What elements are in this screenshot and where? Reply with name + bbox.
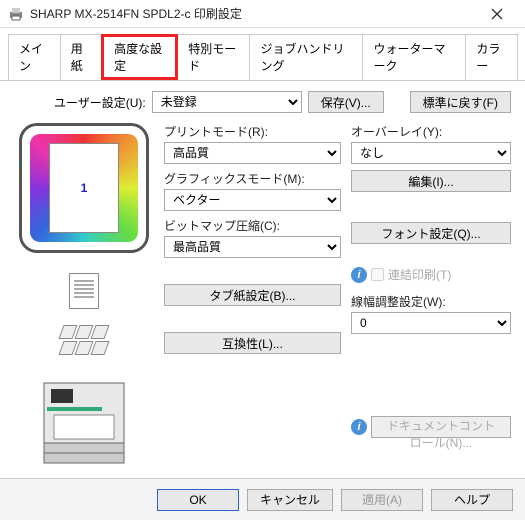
ok-button[interactable]: OK <box>157 489 239 511</box>
user-settings-select[interactable]: 未登録 <box>152 91 302 113</box>
info-icon-2[interactable]: i <box>351 419 367 435</box>
titlebar: SHARP MX-2514FN SPDL2-c 印刷設定 <box>0 0 525 28</box>
mini-doc-icon <box>69 273 99 309</box>
bitmap-compress-select[interactable]: 最高品質 <box>164 236 341 258</box>
graphics-mode-select[interactable]: ベクター <box>164 189 341 211</box>
tab-advanced[interactable]: 高度な設定 <box>101 34 178 80</box>
overlay-select[interactable]: なし <box>351 142 511 164</box>
right-column: オーバーレイ(Y): なし 編集(I)... フォント設定(Q)... i 連結… <box>351 123 511 473</box>
tandem-print-label: 連結印刷(T) <box>388 266 451 283</box>
printer-illustration <box>29 363 139 473</box>
graphics-mode-label: グラフィックスモード(M): <box>164 170 341 187</box>
print-mode-select[interactable]: 高品質 <box>164 142 341 164</box>
tab-main[interactable]: メイン <box>8 34 61 80</box>
tab-paper-settings-button[interactable]: タブ紙設定(B)... <box>164 284 341 306</box>
font-settings-button[interactable]: フォント設定(Q)... <box>351 222 511 244</box>
overlay-label: オーバーレイ(Y): <box>351 123 511 140</box>
bitmap-compress-label: ビットマップ圧縮(C): <box>164 217 341 234</box>
tab-strip: メイン 用紙 高度な設定 特別モード ジョブハンドリング ウォーターマーク カラ… <box>0 28 525 81</box>
finisher-icons <box>61 325 107 339</box>
finisher-icons-2 <box>61 341 107 355</box>
page-preview: 1 <box>19 123 149 253</box>
linewidth-select[interactable]: 0 <box>351 312 511 334</box>
tandem-print-checkbox <box>371 268 384 281</box>
help-button[interactable]: ヘルプ <box>431 489 513 511</box>
tab-job[interactable]: ジョブハンドリング <box>249 34 363 80</box>
apply-button: 適用(A) <box>341 489 423 511</box>
print-mode-label: プリントモード(R): <box>164 123 341 140</box>
restore-defaults-button[interactable]: 標準に戻す(F) <box>410 91 511 113</box>
linewidth-label: 線幅調整設定(W): <box>351 293 511 310</box>
tab-paper[interactable]: 用紙 <box>60 34 102 80</box>
tab-special[interactable]: 特別モード <box>177 34 250 80</box>
document-control-button: ドキュメントコントロール(N)... <box>371 416 511 438</box>
left-column: 1 <box>14 123 154 473</box>
compatibility-button[interactable]: 互換性(L)... <box>164 332 341 354</box>
middle-column: プリントモード(R): 高品質 グラフィックスモード(M): ベクター ビットマ… <box>164 123 341 473</box>
printer-icon <box>8 6 24 22</box>
info-icon[interactable]: i <box>351 267 367 283</box>
preview-page: 1 <box>49 143 119 233</box>
save-button[interactable]: 保存(V)... <box>308 91 384 113</box>
tab-color[interactable]: カラー <box>465 34 518 80</box>
cancel-button[interactable]: キャンセル <box>247 489 333 511</box>
edit-overlay-button[interactable]: 編集(I)... <box>351 170 511 192</box>
footer: OK キャンセル 適用(A) ヘルプ <box>0 478 525 520</box>
user-settings-label: ユーザー設定(U): <box>54 94 146 111</box>
panel-advanced: ユーザー設定(U): 未登録 保存(V)... 標準に戻す(F) 1 <box>0 81 525 483</box>
close-button[interactable] <box>477 2 517 26</box>
user-settings-row: ユーザー設定(U): 未登録 保存(V)... 標準に戻す(F) <box>14 91 511 113</box>
window-title: SHARP MX-2514FN SPDL2-c 印刷設定 <box>30 5 477 22</box>
preview-page-number: 1 <box>81 181 88 195</box>
tab-watermark[interactable]: ウォーターマーク <box>362 34 466 80</box>
